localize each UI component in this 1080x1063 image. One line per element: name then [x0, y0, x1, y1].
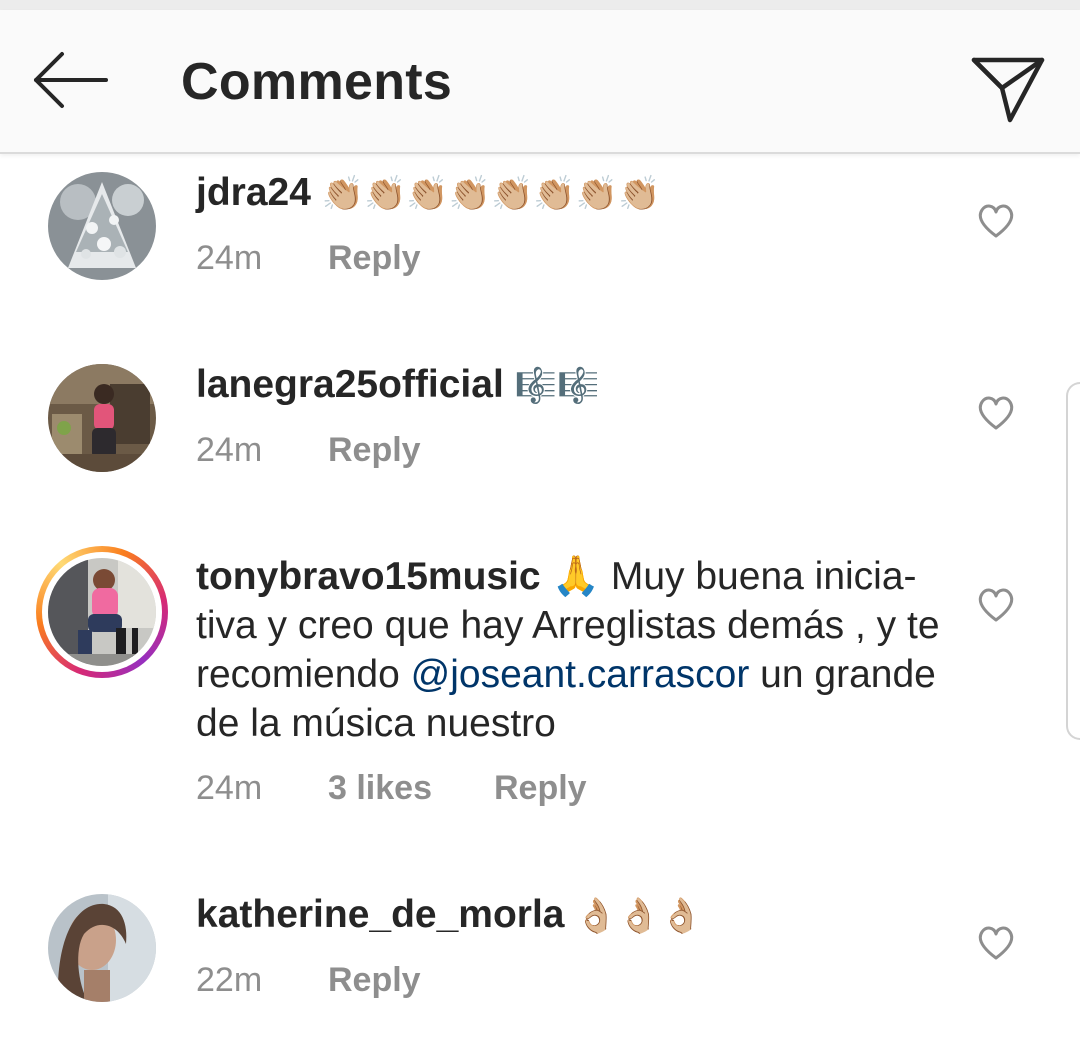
- story-ring[interactable]: [36, 546, 168, 678]
- comment-timestamp: 24m: [196, 431, 263, 469]
- comment-meta: 22m Reply: [196, 960, 421, 1000]
- reply-button[interactable]: Reply: [328, 238, 421, 278]
- heart-icon: [978, 204, 1014, 238]
- heart-icon: [978, 926, 1014, 960]
- comment-username[interactable]: katherine_de_morla: [196, 893, 565, 936]
- comment-text: katherine_de_morla 👌🏼👌🏼👌🏼: [196, 890, 946, 941]
- comment-meta: 24m Reply: [196, 430, 421, 470]
- comment-text: lanegra25official 🎼🎼: [196, 360, 946, 411]
- likes-count[interactable]: 3 likes: [328, 768, 494, 808]
- comment-timestamp: 22m: [196, 961, 263, 999]
- mention-link[interactable]: @joseant.carrascor: [411, 653, 750, 696]
- page-title: Comments: [181, 53, 453, 111]
- avatar[interactable]: [48, 364, 156, 472]
- comment-username[interactable]: tonybravo15music: [196, 555, 541, 598]
- reply-button[interactable]: Reply: [494, 768, 587, 808]
- comment-username[interactable]: jdra24: [196, 171, 311, 214]
- comment-meta: 24m 3 likes Reply: [196, 768, 587, 808]
- like-button[interactable]: [976, 586, 1016, 624]
- scrollbar[interactable]: [1066, 382, 1080, 740]
- paper-plane-icon: [971, 57, 1045, 123]
- reply-button[interactable]: Reply: [328, 960, 421, 1000]
- like-button[interactable]: [976, 924, 1016, 962]
- direct-message-button[interactable]: [966, 50, 1050, 126]
- avatar: [48, 558, 156, 666]
- comment-timestamp: 24m: [196, 769, 263, 807]
- header-bar: Comments: [0, 10, 1080, 154]
- like-button[interactable]: [976, 202, 1016, 240]
- reply-button[interactable]: Reply: [328, 430, 421, 470]
- heart-icon: [978, 588, 1014, 622]
- comment-username[interactable]: lanegra25official: [196, 363, 504, 406]
- comment-body: 👏🏼👏🏼👏🏼👏🏼👏🏼👏🏼👏🏼👏🏼: [321, 174, 661, 214]
- comment-timestamp: 24m: [196, 239, 263, 277]
- avatar[interactable]: [48, 172, 156, 280]
- comment-body: 👌🏼👌🏼👌🏼: [575, 896, 703, 936]
- comment-body: 🎼🎼: [514, 366, 600, 406]
- comment-text: jdra24 👏🏼👏🏼👏🏼👏🏼👏🏼👏🏼👏🏼👏🏼: [196, 168, 946, 219]
- comment-text: tonybravo15music 🙏 Muy buena inicia-tiva…: [196, 552, 946, 748]
- avatar[interactable]: [48, 894, 156, 1002]
- comment-meta: 24m Reply: [196, 238, 421, 278]
- like-button[interactable]: [976, 394, 1016, 432]
- status-bar-strip: [0, 0, 1080, 10]
- heart-icon: [978, 396, 1014, 430]
- arrow-left-icon: [34, 52, 108, 108]
- back-button[interactable]: [30, 48, 112, 112]
